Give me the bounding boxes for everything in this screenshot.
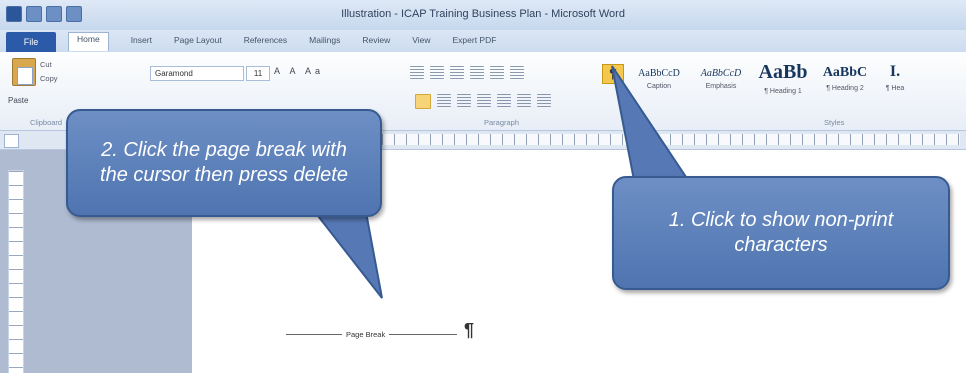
line-spacing-icon[interactable] — [497, 94, 511, 107]
tab-review[interactable]: Review — [362, 35, 390, 51]
shading-icon[interactable] — [517, 94, 531, 107]
tab-mailings[interactable]: Mailings — [309, 35, 340, 51]
callout-1-tail — [611, 65, 690, 181]
tab-view[interactable]: View — [412, 35, 430, 51]
align-left-icon[interactable] — [415, 94, 431, 109]
numbering-icon[interactable] — [430, 66, 444, 79]
page-break-line-left — [286, 334, 342, 335]
word-window: Illustration - ICAP Training Business Pl… — [0, 0, 966, 373]
style-heading-3[interactable]: I. ¶ Hea — [880, 60, 910, 104]
tab-selector[interactable] — [4, 134, 19, 148]
align-right-icon[interactable] — [457, 94, 471, 107]
paragraph-mark: ¶ — [464, 320, 475, 340]
page-break-line-right — [389, 334, 458, 335]
title-bar: Illustration - ICAP Training Business Pl… — [0, 0, 966, 30]
style-heading-2[interactable]: AaBbC ¶ Heading 2 — [818, 60, 872, 104]
font-size-tools[interactable]: A A Aa — [274, 66, 324, 76]
tab-references[interactable]: References — [244, 35, 287, 51]
bullets-icon[interactable] — [410, 66, 424, 79]
style-heading-1[interactable]: AaBb ¶ Heading 1 — [756, 60, 810, 104]
increase-indent-icon[interactable] — [490, 66, 504, 79]
tab-expert-pdf[interactable]: Expert PDF — [453, 35, 497, 51]
paragraph-row-2 — [415, 94, 551, 109]
tab-insert[interactable]: Insert — [131, 35, 152, 51]
tab-page-layout[interactable]: Page Layout — [174, 35, 222, 51]
cut-button[interactable]: Cut — [40, 58, 58, 72]
borders-icon[interactable] — [537, 94, 551, 107]
window-title: Illustration - ICAP Training Business Pl… — [341, 8, 625, 20]
sort-icon[interactable] — [510, 66, 524, 79]
page-break-label: Page Break — [346, 330, 386, 339]
styles-group-label: Styles — [824, 118, 845, 127]
justify-icon[interactable] — [477, 94, 491, 107]
multilevel-list-icon[interactable] — [450, 66, 464, 79]
page-break[interactable]: Page Break — [286, 330, 458, 339]
align-center-icon[interactable] — [437, 94, 451, 107]
callout-step-1: 1. Click to show non-print characters — [612, 176, 950, 290]
font-name-select[interactable]: Garamond — [150, 66, 244, 81]
clipboard-items: Cut Copy — [40, 58, 58, 86]
tab-home[interactable]: Home — [68, 32, 109, 51]
callout-step-2-text: 2. Click the page break with the cursor … — [100, 139, 348, 186]
paste-icon[interactable] — [12, 58, 36, 86]
paragraph-row-1 — [410, 66, 524, 79]
paragraph-group-label: Paragraph — [484, 118, 520, 127]
vertical-ruler[interactable] — [8, 170, 24, 373]
ribbon-tabs: File Home Insert Page Layout References … — [0, 30, 966, 53]
clipboard-group-label: Clipboard — [30, 118, 63, 127]
tab-file[interactable]: File — [6, 32, 56, 52]
callout-step-1-text: 1. Click to show non-print characters — [668, 209, 894, 256]
decrease-indent-icon[interactable] — [470, 66, 484, 79]
copy-button[interactable]: Copy — [40, 72, 58, 86]
font-size-select[interactable]: 11 — [246, 66, 270, 81]
paste-label: Paste — [8, 96, 29, 105]
callout-step-2: 2. Click the page break with the cursor … — [66, 109, 382, 217]
